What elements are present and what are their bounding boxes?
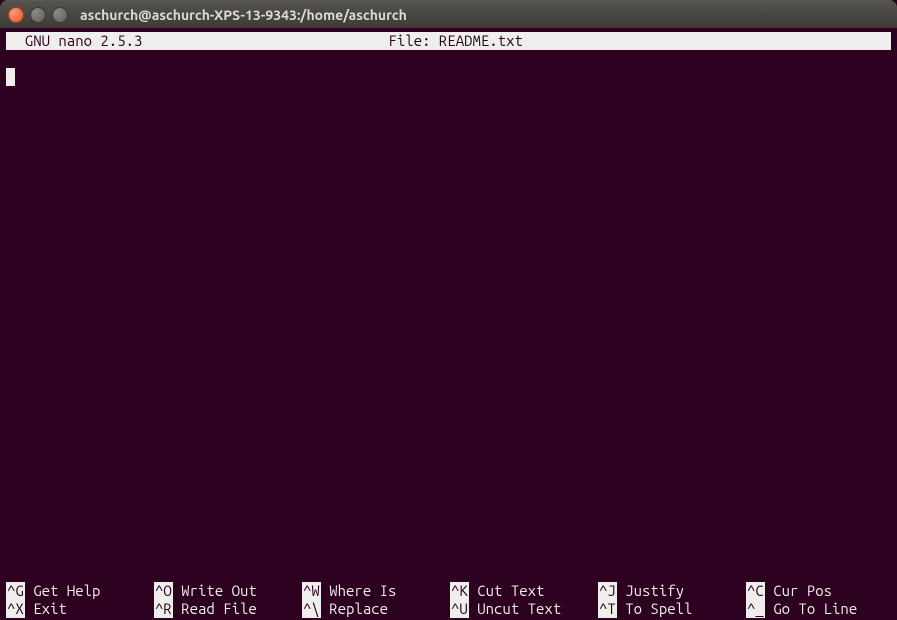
terminal-window: aschurch@aschurch-XPS-13-9343:/home/asch… [0, 0, 897, 620]
window-controls [8, 7, 68, 23]
shortcut-exit: ^X Exit [6, 600, 154, 618]
nano-header: GNU nano 2.5.3 File: README.txt [6, 32, 891, 50]
minimize-icon[interactable] [30, 7, 46, 23]
shortcut-go-to-line: ^_ Go To Line [746, 600, 894, 618]
shortcut-bar: ^G Get Help ^O Write Out ^W Where Is ^K … [6, 582, 891, 618]
shortcut-get-help: ^G Get Help [6, 582, 154, 600]
shortcut-cur-pos: ^C Cur Pos [746, 582, 894, 600]
shortcut-row-1: ^G Get Help ^O Write Out ^W Where Is ^K … [6, 582, 891, 600]
shortcut-write-out: ^O Write Out [154, 582, 302, 600]
nano-version: GNU nano 2.5.3 [8, 32, 142, 50]
text-cursor [6, 68, 15, 86]
window-title: aschurch@aschurch-XPS-13-9343:/home/asch… [80, 7, 407, 23]
editor-area[interactable] [6, 50, 891, 582]
shortcut-replace: ^\ Replace [302, 600, 450, 618]
shortcut-read-file: ^R Read File [154, 600, 302, 618]
shortcut-where-is: ^W Where Is [302, 582, 450, 600]
shortcut-justify: ^J Justify [598, 582, 746, 600]
window-titlebar: aschurch@aschurch-XPS-13-9343:/home/asch… [0, 0, 897, 28]
close-icon[interactable] [8, 7, 24, 23]
shortcut-cut-text: ^K Cut Text [450, 582, 598, 600]
nano-file-label: File: README.txt [142, 32, 769, 50]
terminal-content[interactable]: GNU nano 2.5.3 File: README.txt ^G Get H… [0, 28, 897, 620]
shortcut-row-2: ^X Exit ^R Read File ^\ Replace ^U Uncut… [6, 600, 891, 618]
shortcut-to-spell: ^T To Spell [598, 600, 746, 618]
maximize-icon[interactable] [52, 7, 68, 23]
shortcut-uncut-text: ^U Uncut Text [450, 600, 598, 618]
